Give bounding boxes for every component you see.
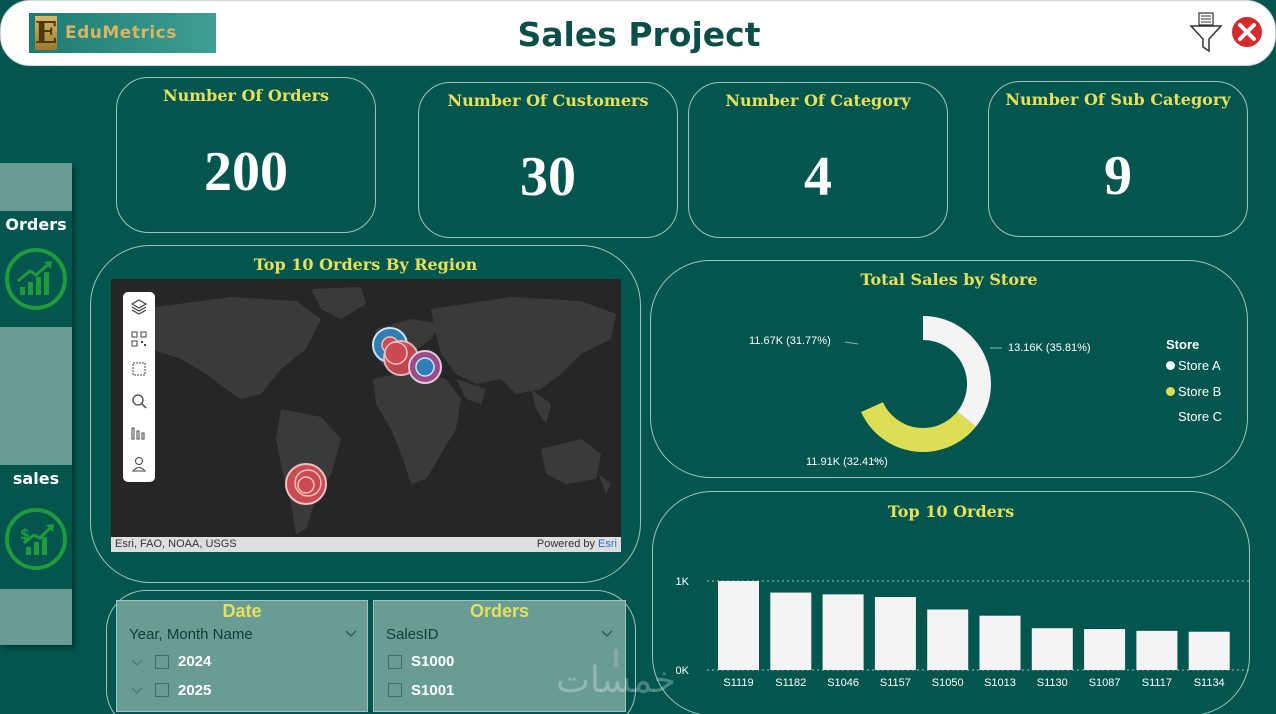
legend-title: Store [1166,337,1200,352]
donut-slice-store-c[interactable] [855,316,923,413]
map-attribution: Esri, FAO, NOAA, USGS Powered by Esri [111,537,621,552]
donut-label-store-b: 11.91K (32.41%) [806,456,888,468]
salesid-dropdown[interactable]: SalesID [386,626,439,643]
header-bar: E EduMetrics Sales Project [0,0,1276,66]
legend-label: Store A [1178,358,1221,373]
x-tick-label: S1046 [827,677,859,689]
bar-s1134[interactable] [1188,631,1230,670]
x-tick-label: S1117 [1142,677,1172,689]
x-tick-label: S1087 [1089,677,1121,689]
legend-dot [1166,361,1175,370]
search-icon[interactable] [130,392,148,410]
donut-slice-store-b[interactable] [861,402,976,452]
powered-text: Powered by [536,538,599,550]
chevron-down-icon[interactable] [131,686,143,696]
sidebar-item-orders[interactable]: Orders [0,211,72,327]
growth-chart-icon [5,248,67,310]
map-toolbar [123,292,155,482]
legend-label: Store B [1178,384,1222,399]
funnel-icon[interactable] [1189,12,1223,54]
bar-s1117[interactable] [1136,630,1178,670]
sidebar-item-label: sales [12,469,60,488]
x-tick-label: S1134 [1194,677,1225,689]
dollar-growth-chart-icon: $ [5,508,67,570]
watermark: خمسات [556,660,677,701]
slicer-item-2024[interactable]: 2024 [178,653,211,670]
bar-s1119[interactable] [718,581,759,670]
kpi-card-orders: Number Of Orders 200 [116,77,376,233]
bar-s1087[interactable] [1084,629,1126,670]
slicer-item-s1001[interactable]: S1001 [411,682,454,699]
donut-label-store-a: 13.16K (35.81%) [1008,342,1091,354]
donut-leader-line [844,341,859,345]
sidebar: Orders sales $ [0,163,72,645]
chevron-down-icon[interactable] [345,629,357,639]
kpi-value: 4 [804,146,832,208]
legend-dot [1166,412,1175,421]
checkbox[interactable] [155,683,169,697]
bubble-europe-east[interactable] [408,350,442,384]
legend-label: Store C [1178,409,1223,424]
x-tick-label: S1050 [932,677,964,689]
qr-code-icon[interactable] [130,330,148,348]
layers-icon[interactable] [130,298,148,316]
bubble-south-america[interactable] [285,463,327,505]
bar-s1046[interactable] [822,594,864,670]
kpi-value: 30 [520,146,576,208]
kpi-title: Number Of Sub Category [1005,90,1231,109]
kpi-title: Number Of Orders [162,86,330,105]
region-map[interactable]: Esri, FAO, NOAA, USGS Powered by Esri [111,279,621,552]
donut-chart[interactable] [650,260,1248,478]
page-title: Sales Project [517,15,761,54]
donut-label-store-c: 11.67K (31.77%) [749,335,831,347]
slicer-title: Date [222,601,262,621]
bar-s1130[interactable] [1031,628,1073,670]
date-slicer: Date Year, Month Name 2024 2025 [116,600,368,712]
kpi-card-subcategory: Number Of Sub Category 9 [988,81,1248,237]
close-circle-icon[interactable] [1229,14,1265,50]
region-bubbles [285,327,442,505]
esri-link[interactable]: Esri [598,538,617,550]
sidebar-item-sales[interactable]: sales $ [0,465,72,589]
kpi-title: Number Of Category [725,91,911,110]
bar-s1182[interactable] [770,592,812,670]
slicer-item-2025[interactable]: 2025 [178,682,211,699]
x-tick-label: S1182 [775,677,806,689]
x-tick-label: S1119 [723,677,753,689]
legend-item-store-b[interactable]: Store B [1166,384,1221,399]
select-rect-icon[interactable] [130,360,148,378]
x-tick-label: S1130 [1037,677,1068,689]
bar-s1013[interactable] [979,615,1021,670]
legend-dot [1166,387,1175,396]
slicer-item-s1000[interactable]: S1000 [411,653,454,670]
y-tick-label: 0K [676,665,690,677]
attribution-powered[interactable]: Powered by Esri [537,538,617,550]
kpi-value: 200 [204,141,288,203]
bar-s1050[interactable] [927,609,969,670]
map-title: Top 10 Orders By Region [253,255,478,274]
bar-s1157[interactable] [874,597,916,670]
donut-slice-store-a[interactable] [923,316,991,427]
sidebar-item-label: Orders [5,215,67,234]
legend-item-store-c[interactable]: Store C [1166,409,1222,424]
x-tick-label: S1157 [880,677,911,689]
checkbox[interactable] [155,655,169,669]
checkbox[interactable] [388,655,402,669]
x-tick-label: S1013 [984,677,1016,689]
bar-chart[interactable]: 1K 0K S1119 S1182 S1046 S1157 S1050 S1013 S1130 S… [652,491,1250,714]
attribution-sources: Esri, FAO, NOAA, USGS [115,538,237,550]
kpi-title: Number Of Customers [447,91,649,110]
chevron-down-icon[interactable] [601,629,613,639]
y-tick-label: 1K [676,576,690,588]
person-icon[interactable] [130,455,148,473]
bars-icon[interactable] [130,424,148,442]
legend-item-store-a[interactable]: Store A [1166,358,1221,373]
chevron-down-icon[interactable] [131,658,143,668]
slicer-title: Orders [469,601,530,621]
kpi-card-category: Number Of Category 4 [688,82,948,238]
kpi-card-customers: Number Of Customers 30 [418,82,678,238]
kpi-value: 9 [1104,145,1132,207]
checkbox[interactable] [388,683,402,697]
date-dropdown[interactable]: Year, Month Name [129,626,253,643]
